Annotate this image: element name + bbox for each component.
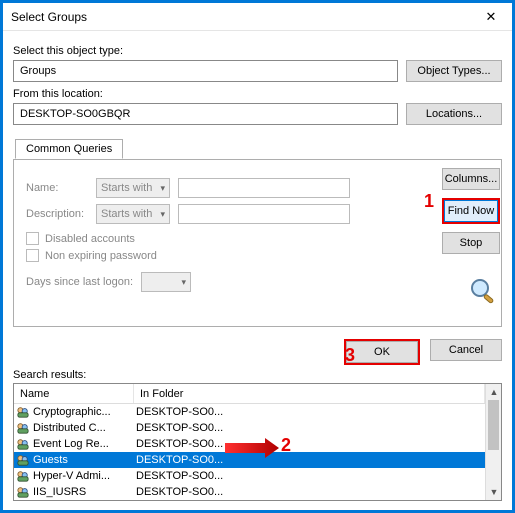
row-name: Distributed C... [33,422,106,434]
column-header-folder[interactable]: In Folder [134,384,485,403]
select-groups-dialog: Select Groups ✕ Select this object type:… [0,0,515,513]
stop-button[interactable]: Stop [442,232,500,254]
object-type-label: Select this object type: [13,45,502,57]
description-label: Description: [26,208,88,220]
row-folder: DESKTOP-SO0... [136,422,223,434]
cancel-button[interactable]: Cancel [430,339,502,361]
action-row: OK Cancel [13,339,502,365]
location-label: From this location: [13,88,502,100]
days-since-logon-dropdown[interactable]: ▾ [141,272,191,292]
results-list: Name In Folder Cryptographic... DESKTOP-S… [13,383,502,501]
magnifier-icon [468,276,500,307]
table-row[interactable]: Cryptographic... DESKTOP-SO0... [14,404,485,420]
description-mode-dropdown[interactable]: Starts with▾ [96,204,170,224]
disabled-accounts-label: Disabled accounts [45,233,135,245]
scroll-thumb[interactable] [488,400,499,450]
row-name: Hyper-V Admi... [33,470,110,482]
scroll-down-icon[interactable]: ▼ [486,484,502,500]
days-since-logon-label: Days since last logon: [26,276,133,288]
right-button-column: Columns... Find Now Stop [442,168,500,307]
name-mode-dropdown[interactable]: Starts with▾ [96,178,170,198]
location-field[interactable]: DESKTOP-SO0GBQR [13,103,398,125]
common-queries-panel: Name: Starts with▾ Description: Starts w… [13,159,502,327]
non-expiring-label: Non expiring password [45,250,157,262]
row-name: Guests [33,454,68,466]
row-folder: DESKTOP-SO0... [136,454,223,466]
row-folder: DESKTOP-SO0... [136,470,223,482]
object-types-button[interactable]: Object Types... [406,60,502,82]
non-expiring-checkbox[interactable] [26,249,39,262]
columns-button[interactable]: Columns... [442,168,500,190]
column-header-name[interactable]: Name [14,384,134,403]
tab-common-queries[interactable]: Common Queries [15,139,123,159]
chevron-down-icon: ▾ [160,209,165,220]
table-row[interactable]: Hyper-V Admi... DESKTOP-SO0... [14,468,485,484]
window-title: Select Groups [11,10,87,24]
table-row[interactable]: Event Log Re... DESKTOP-SO0... [14,436,485,452]
table-row[interactable]: Distributed C... DESKTOP-SO0... [14,420,485,436]
scroll-up-icon[interactable]: ▲ [486,384,502,400]
description-input[interactable] [178,204,350,224]
chevron-down-icon: ▾ [160,183,165,194]
locations-button[interactable]: Locations... [406,103,502,125]
annotation-3: 3 [345,345,355,366]
title-bar: Select Groups ✕ [3,3,512,31]
close-button[interactable]: ✕ [470,3,512,31]
row-name: Event Log Re... [33,438,109,450]
table-row[interactable]: IIS_IUSRS DESKTOP-SO0... [14,484,485,500]
row-folder: DESKTOP-SO0... [136,486,223,498]
chevron-down-icon: ▾ [181,277,186,288]
annotation-1: 1 [424,191,434,212]
results-header: Name In Folder [14,384,485,404]
row-name: IIS_IUSRS [33,486,86,498]
results-scrollbar[interactable]: ▲ ▼ [485,384,501,500]
dialog-body: Select this object type: Groups Object T… [3,31,512,507]
object-type-field[interactable]: Groups [13,60,398,82]
tab-strip: Common Queries [13,139,502,159]
name-input[interactable] [178,178,350,198]
annotation-2: 2 [281,435,291,456]
findnow-annotation-frame: Find Now [442,198,500,224]
row-folder: DESKTOP-SO0... [136,406,223,418]
row-folder: DESKTOP-SO0... [136,438,223,450]
search-results-label: Search results: [13,369,502,381]
find-now-button[interactable]: Find Now [444,200,498,222]
ok-annotation-frame: OK [344,339,420,365]
name-label: Name: [26,182,88,194]
table-row[interactable]: Guests DESKTOP-SO0... [14,452,485,468]
ok-button[interactable]: OK [346,341,418,363]
disabled-accounts-checkbox[interactable] [26,232,39,245]
row-name: Cryptographic... [33,406,111,418]
